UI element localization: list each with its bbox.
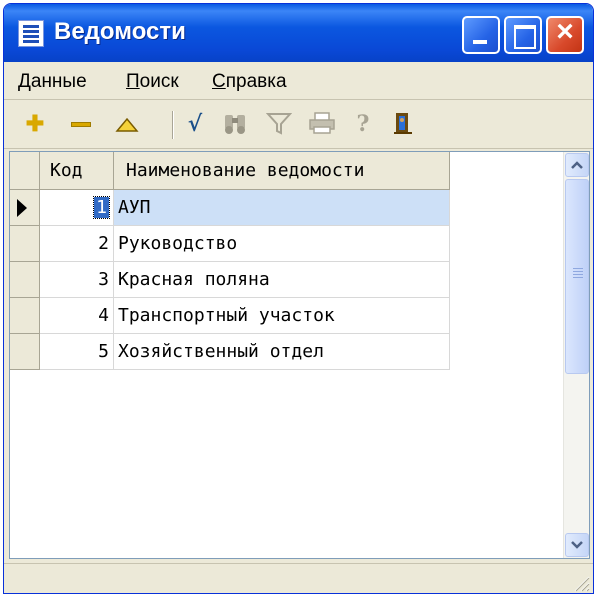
row-indicator — [10, 226, 40, 262]
cell-code[interactable]: 3 — [40, 262, 114, 298]
row-indicator — [10, 262, 40, 298]
menu-help[interactable]: Справка — [212, 71, 287, 93]
menu-search[interactable]: Поиск — [126, 71, 179, 93]
table-row[interactable]: 1 АУП — [10, 190, 450, 226]
cell-name[interactable]: АУП — [114, 190, 450, 226]
current-row-arrow-icon — [17, 199, 27, 217]
printer-icon — [309, 112, 335, 134]
table-row[interactable]: 2 Руководство — [10, 226, 450, 262]
menu-bar: Данные Поиск Справка — [4, 62, 593, 100]
filter-button[interactable] — [265, 111, 293, 137]
cell-code[interactable]: 1 — [40, 190, 114, 226]
column-header-name[interactable]: Наименование ведомости — [114, 152, 450, 190]
cell-code[interactable]: 5 — [40, 334, 114, 370]
table-row[interactable]: 5 Хозяйственный отдел — [10, 334, 450, 370]
title-bar[interactable]: Ведомости × — [4, 4, 593, 62]
minimize-button[interactable] — [462, 16, 500, 54]
confirm-button[interactable]: √ — [182, 111, 208, 137]
scroll-up-button[interactable] — [565, 153, 589, 177]
close-button[interactable]: × — [546, 15, 584, 54]
help-icon: ? — [356, 111, 370, 137]
app-window: Ведомости × Данные Поиск Справка ✚ √ ? К… — [3, 3, 594, 594]
cell-name[interactable]: Красная поляна — [114, 262, 450, 298]
filter-icon — [265, 113, 293, 135]
data-grid[interactable]: Код Наименование ведомости 1 АУП 2 Руков… — [9, 151, 590, 559]
cell-code[interactable]: 2 — [40, 226, 114, 262]
help-button[interactable]: ? — [350, 111, 376, 137]
row-indicator — [10, 298, 40, 334]
cell-name[interactable]: Руководство — [114, 226, 450, 262]
chevron-up-icon — [571, 161, 583, 169]
binoculars-icon — [225, 115, 245, 134]
edit-record-button[interactable] — [114, 111, 140, 137]
scroll-thumb[interactable] — [565, 179, 589, 374]
chevron-down-icon — [571, 541, 583, 549]
checkmark-icon: √ — [187, 111, 203, 137]
toolbar: ✚ √ ? — [4, 101, 593, 149]
add-record-button[interactable]: ✚ — [22, 111, 48, 137]
triangle-up-icon — [115, 117, 139, 132]
find-button[interactable] — [222, 111, 248, 137]
exit-icon — [394, 113, 412, 134]
cell-code[interactable]: 4 — [40, 298, 114, 334]
document-icon — [18, 20, 44, 47]
window-title: Ведомости — [54, 18, 186, 45]
close-icon: × — [556, 15, 574, 48]
exit-button[interactable] — [390, 111, 416, 137]
plus-icon: ✚ — [25, 111, 45, 136]
vertical-scrollbar[interactable] — [563, 152, 589, 558]
menu-data[interactable]: Данные — [18, 71, 87, 93]
minus-icon — [71, 122, 91, 127]
resize-grip-icon[interactable] — [571, 573, 591, 593]
row-indicator — [10, 190, 40, 226]
indicator-header — [10, 152, 40, 190]
scroll-down-button[interactable] — [565, 533, 589, 557]
table-row[interactable]: 3 Красная поляна — [10, 262, 450, 298]
row-indicator — [10, 334, 40, 370]
table-row[interactable]: 4 Транспортный участок — [10, 298, 450, 334]
toolbar-separator — [172, 111, 174, 139]
status-bar — [4, 563, 593, 593]
column-header-code[interactable]: Код — [40, 152, 114, 190]
maximize-button[interactable] — [504, 16, 542, 54]
print-button[interactable] — [308, 111, 335, 137]
cell-name[interactable]: Хозяйственный отдел — [114, 334, 450, 370]
delete-record-button[interactable] — [68, 111, 94, 137]
cell-name[interactable]: Транспортный участок — [114, 298, 450, 334]
